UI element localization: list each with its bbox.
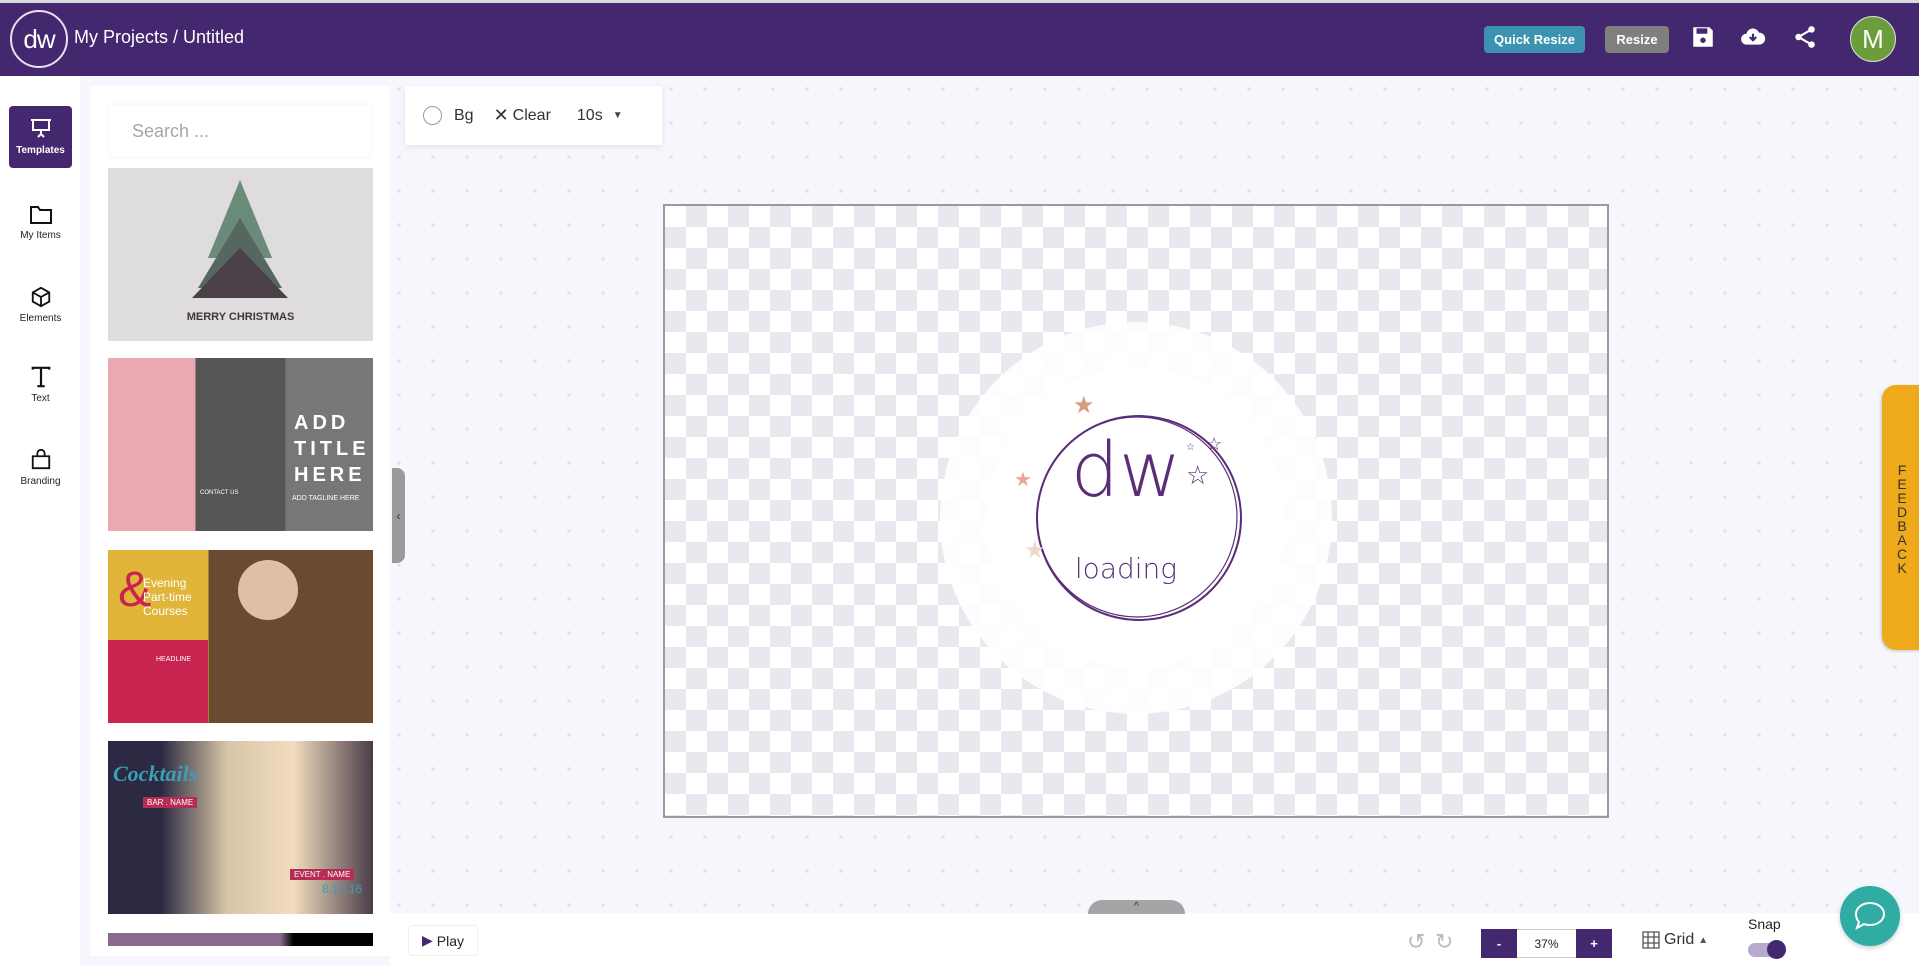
sidebar-item-label: Templates: [16, 145, 65, 156]
grid-icon: [1642, 931, 1660, 949]
cloud-download-icon[interactable]: [1740, 24, 1766, 50]
play-icon: ▶: [421, 932, 433, 948]
chevron-up-icon: ^: [1134, 901, 1139, 912]
star-outline-icon: ☆: [1186, 460, 1209, 490]
star-outline-icon: ☆: [1206, 434, 1222, 454]
text-icon: [31, 366, 50, 388]
template-text: EVENT . NAME: [290, 869, 355, 880]
star-outline-icon: ☆: [1186, 442, 1195, 453]
zoom-in-button[interactable]: +: [1576, 929, 1612, 958]
expand-timeline-handle[interactable]: ^: [1088, 900, 1185, 914]
caret-up-icon: ▲: [1698, 934, 1709, 946]
folder-icon: [29, 206, 52, 224]
template-thumbnail[interactable]: ADD TITLE HERE ADD TAGLINE HERE CONTACT …: [108, 358, 373, 531]
undo-icon[interactable]: ↺: [1407, 929, 1425, 955]
duration-select[interactable]: 10s: [577, 107, 603, 125]
template-text: ADD TAGLINE HERE: [292, 495, 360, 502]
canvas-toolbar: Bg ✕ Clear 10s ▼: [405, 86, 662, 145]
template-text: TITLE: [294, 438, 370, 460]
resize-button[interactable]: Resize: [1605, 26, 1669, 53]
template-thumbnail[interactable]: MERRY CHRISTMAS: [108, 168, 373, 341]
snap-label: Snap: [1748, 916, 1781, 932]
search-input[interactable]: [110, 106, 370, 156]
grid-toggle[interactable]: Grid ▲: [1642, 931, 1708, 949]
template-text: MERRY CHRISTMAS: [186, 311, 295, 323]
chevron-left-icon: ‹: [396, 508, 401, 523]
quick-resize-button[interactable]: Quick Resize: [1484, 26, 1585, 53]
bg-color-swatch[interactable]: [423, 106, 442, 125]
user-avatar[interactable]: M: [1850, 16, 1896, 62]
bag-icon: [31, 448, 50, 470]
play-label: Play: [436, 932, 464, 949]
zoom-out-button[interactable]: -: [1481, 929, 1517, 958]
chat-bubble-icon: [1854, 901, 1886, 931]
chevron-down-icon[interactable]: ▼: [613, 110, 623, 121]
app-logo[interactable]: dw: [10, 10, 68, 68]
sidebar-item-text[interactable]: Text: [9, 354, 72, 416]
sidebar-item-label: My Items: [20, 230, 61, 241]
loader-text: loading: [1075, 552, 1177, 585]
sidebar-item-label: Text: [31, 393, 50, 404]
template-text: BAR . NAME: [143, 797, 198, 808]
sidebar-item-templates[interactable]: Templates: [9, 106, 72, 168]
template-text: Courses: [143, 604, 188, 618]
loading-overlay: dw loading ★ ★ ★ ☆ ☆ ☆: [940, 322, 1332, 714]
feedback-tab[interactable]: FEEDBACK: [1882, 385, 1919, 650]
snap-toggle[interactable]: [1748, 940, 1786, 959]
template-text: Cocktails: [113, 761, 198, 786]
zoom-value[interactable]: 37%: [1517, 929, 1576, 958]
collapse-panel-handle[interactable]: ‹: [392, 468, 405, 563]
template-thumbnail[interactable]: [108, 933, 373, 946]
star-icon: ★: [1014, 469, 1032, 491]
save-icon[interactable]: [1690, 24, 1716, 50]
redo-icon[interactable]: ↻: [1435, 929, 1453, 955]
template-text: Part-time: [143, 590, 192, 604]
loader-logo-text: dw: [1071, 425, 1181, 514]
clear-button[interactable]: Clear: [513, 107, 551, 125]
play-button[interactable]: ▶ Play: [408, 925, 478, 956]
sidebar-item-elements[interactable]: Elements: [9, 274, 72, 336]
grid-label: Grid: [1664, 931, 1695, 948]
breadcrumb-title[interactable]: My Projects / Untitled: [74, 27, 244, 48]
template-thumbnail[interactable]: Cocktails BAR . NAME EVENT . NAME 8.10.1…: [108, 741, 373, 914]
template-text: HERE: [294, 464, 366, 486]
template-text: HEADLINE: [156, 656, 192, 663]
template-thumbnail[interactable]: & Evening Part-time Courses HEADLINE: [108, 550, 373, 723]
share-icon[interactable]: [1792, 24, 1818, 50]
star-icon: ★: [1024, 537, 1046, 564]
template-text: 8.10.16: [322, 882, 363, 896]
sidebar-item-my-items[interactable]: My Items: [9, 192, 72, 254]
feedback-label: FEEDBACK: [1894, 461, 1910, 574]
close-icon[interactable]: ✕: [494, 105, 509, 126]
chat-button[interactable]: [1840, 886, 1900, 946]
sidebar-item-label: Branding: [20, 476, 61, 487]
bg-label[interactable]: Bg: [454, 107, 474, 125]
sidebar-item-label: Elements: [19, 313, 62, 324]
template-text: CONTACT US: [200, 490, 239, 496]
presentation-icon: [30, 119, 51, 138]
template-text: ADD: [294, 412, 350, 434]
star-icon: ★: [1073, 392, 1095, 419]
template-text: Evening: [143, 576, 187, 590]
sidebar-item-branding[interactable]: Branding: [9, 436, 72, 498]
loading-logo: dw loading ★ ★ ★ ☆ ☆ ☆: [986, 368, 1286, 668]
zoom-control: - 37% +: [1481, 929, 1612, 958]
cube-icon: [31, 286, 50, 308]
